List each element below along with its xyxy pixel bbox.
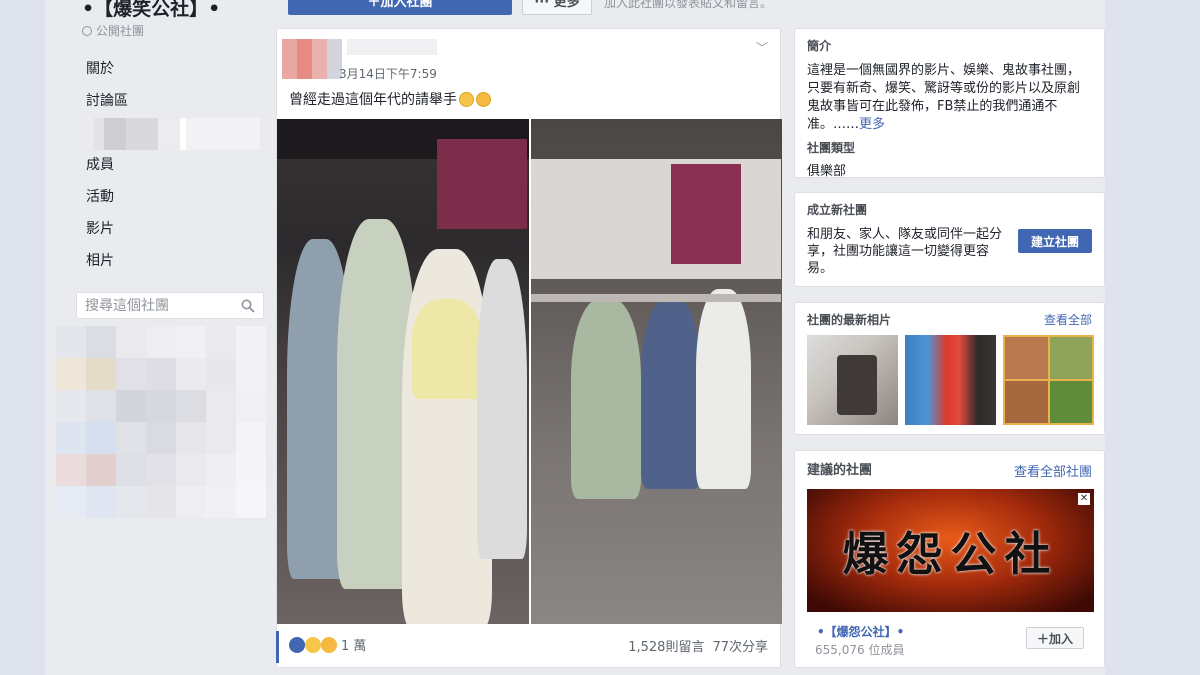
nav-item-members[interactable]: 成員 [86, 153, 128, 185]
suggested-group-banner[interactable]: 爆怨公社 ✕ [807, 489, 1094, 612]
nav-item-events[interactable]: 活動 [86, 185, 128, 217]
about-card: 簡介 這裡是一個無國界的影片、娛樂、鬼故事社團，只要有新奇、爆笑、驚訝等或份的影… [794, 28, 1105, 179]
post-highlight-bar [276, 631, 279, 663]
close-icon[interactable]: ✕ [1078, 493, 1090, 505]
search-icon[interactable] [241, 299, 255, 313]
create-group-card: 成立新社團 和朋友、家人、隊友或同伴一起分享，社團功能讓這一切變得更容易。 建立… [794, 192, 1105, 287]
right-edge-shade [1105, 0, 1200, 675]
haha-icon [305, 636, 321, 653]
group-title[interactable]: •【爆笑公社】• [82, 0, 220, 21]
photo-thumbnail[interactable] [1003, 335, 1094, 425]
group-search [76, 292, 264, 319]
about-text: 這裡是一個無國界的影片、娛樂、鬼故事社團，只要有新奇、爆笑、驚訝等或份的影片以及… [807, 63, 1081, 132]
photo-left-panel [277, 119, 529, 624]
blurred-content-mosaic [56, 326, 266, 526]
about-heading: 簡介 [807, 39, 832, 53]
photo-right-panel [530, 119, 782, 624]
nav-item-videos[interactable]: 影片 [86, 217, 128, 249]
privacy-label: 公開社團 [96, 24, 145, 38]
like-icon [289, 636, 305, 653]
reaction-count: 1 萬 [341, 639, 367, 654]
photo-thumbnail[interactable] [905, 335, 996, 425]
group-type: 俱樂部 [807, 164, 847, 179]
share-count-link[interactable]: 77次分享 [712, 636, 768, 655]
post-message: 曾經走過這個年代的請舉手 [289, 92, 457, 108]
group-search-input[interactable] [85, 297, 235, 314]
more-button[interactable]: ··· 更多 [522, 0, 592, 15]
group-nav: 關於 討論區 成員 活動 影片 相片 [86, 57, 128, 281]
banner-title: 爆怨公社 [842, 526, 1059, 581]
post-card: 3月14日下午7:59 ﹀ 曾經走過這個年代的請舉手 1 萬 1,528則留言 … [276, 28, 782, 668]
create-group-heading: 成立新社團 [807, 203, 868, 217]
nav-item-discussion[interactable]: 討論區 [86, 89, 128, 121]
suggested-group-name[interactable]: •【爆怨公社】• [817, 623, 904, 640]
suggested-group-members: 655,076 位成員 [815, 643, 905, 657]
reactions-summary[interactable]: 1 萬 [289, 635, 366, 654]
blurred-nav-item [94, 118, 264, 150]
suggested-join-button[interactable]: ＋加入 [1026, 627, 1084, 649]
about-more-link[interactable]: 更多 [859, 117, 885, 132]
join-group-button[interactable]: ＋加入社團 [288, 0, 512, 15]
create-group-text: 和朋友、家人、隊友或同伴一起分享，社團功能讓這一切變得更容易。 [807, 227, 1003, 276]
post-timestamp[interactable]: 3月14日下午7:59 [339, 65, 437, 82]
post-counts: 1,528則留言 77次分享 [628, 636, 768, 655]
grinning-emoji-icon [476, 91, 491, 107]
avatar[interactable] [282, 39, 342, 79]
photo-thumbnails [807, 335, 1094, 425]
left-sidebar: •【爆笑公社】• 公開社團 關於 討論區 成員 活動 影片 相片 [56, 0, 272, 675]
create-group-button[interactable]: 建立社團 [1018, 229, 1092, 253]
wow-icon [321, 636, 337, 653]
nav-item-about[interactable]: 關於 [86, 57, 128, 89]
comment-count-link[interactable]: 1,528則留言 [628, 636, 704, 655]
post-author-name[interactable] [347, 39, 437, 55]
suggested-see-all-link[interactable]: 查看全部社團 [1014, 461, 1092, 480]
suggested-groups-card: 建議的社團 查看全部社團 爆怨公社 ✕ •【爆怨公社】• 655,076 位成員… [794, 450, 1105, 668]
join-hint: 加入此社團以發表貼文和留言。 [604, 0, 773, 10]
photo-thumbnail[interactable] [807, 335, 898, 425]
latest-photos-card: 社團的最新相片 查看全部 [794, 302, 1105, 435]
raising-hand-emoji-icon [459, 91, 474, 107]
photos-see-all-link[interactable]: 查看全部 [1044, 311, 1092, 328]
chevron-down-icon[interactable]: ﹀ [756, 39, 768, 56]
group-privacy: 公開社團 [82, 22, 144, 39]
about-description: 這裡是一個無國界的影片、娛樂、鬼故事社團，只要有新奇、爆笑、驚訝等或份的影片以及… [807, 62, 1092, 134]
left-edge-shade [0, 0, 45, 675]
group-type-heading: 社團類型 [807, 141, 856, 155]
nav-item-photos[interactable]: 相片 [86, 249, 128, 281]
post-photo[interactable] [277, 119, 782, 624]
globe-icon [82, 25, 92, 36]
post-text: 曾經走過這個年代的請舉手 [289, 89, 491, 109]
